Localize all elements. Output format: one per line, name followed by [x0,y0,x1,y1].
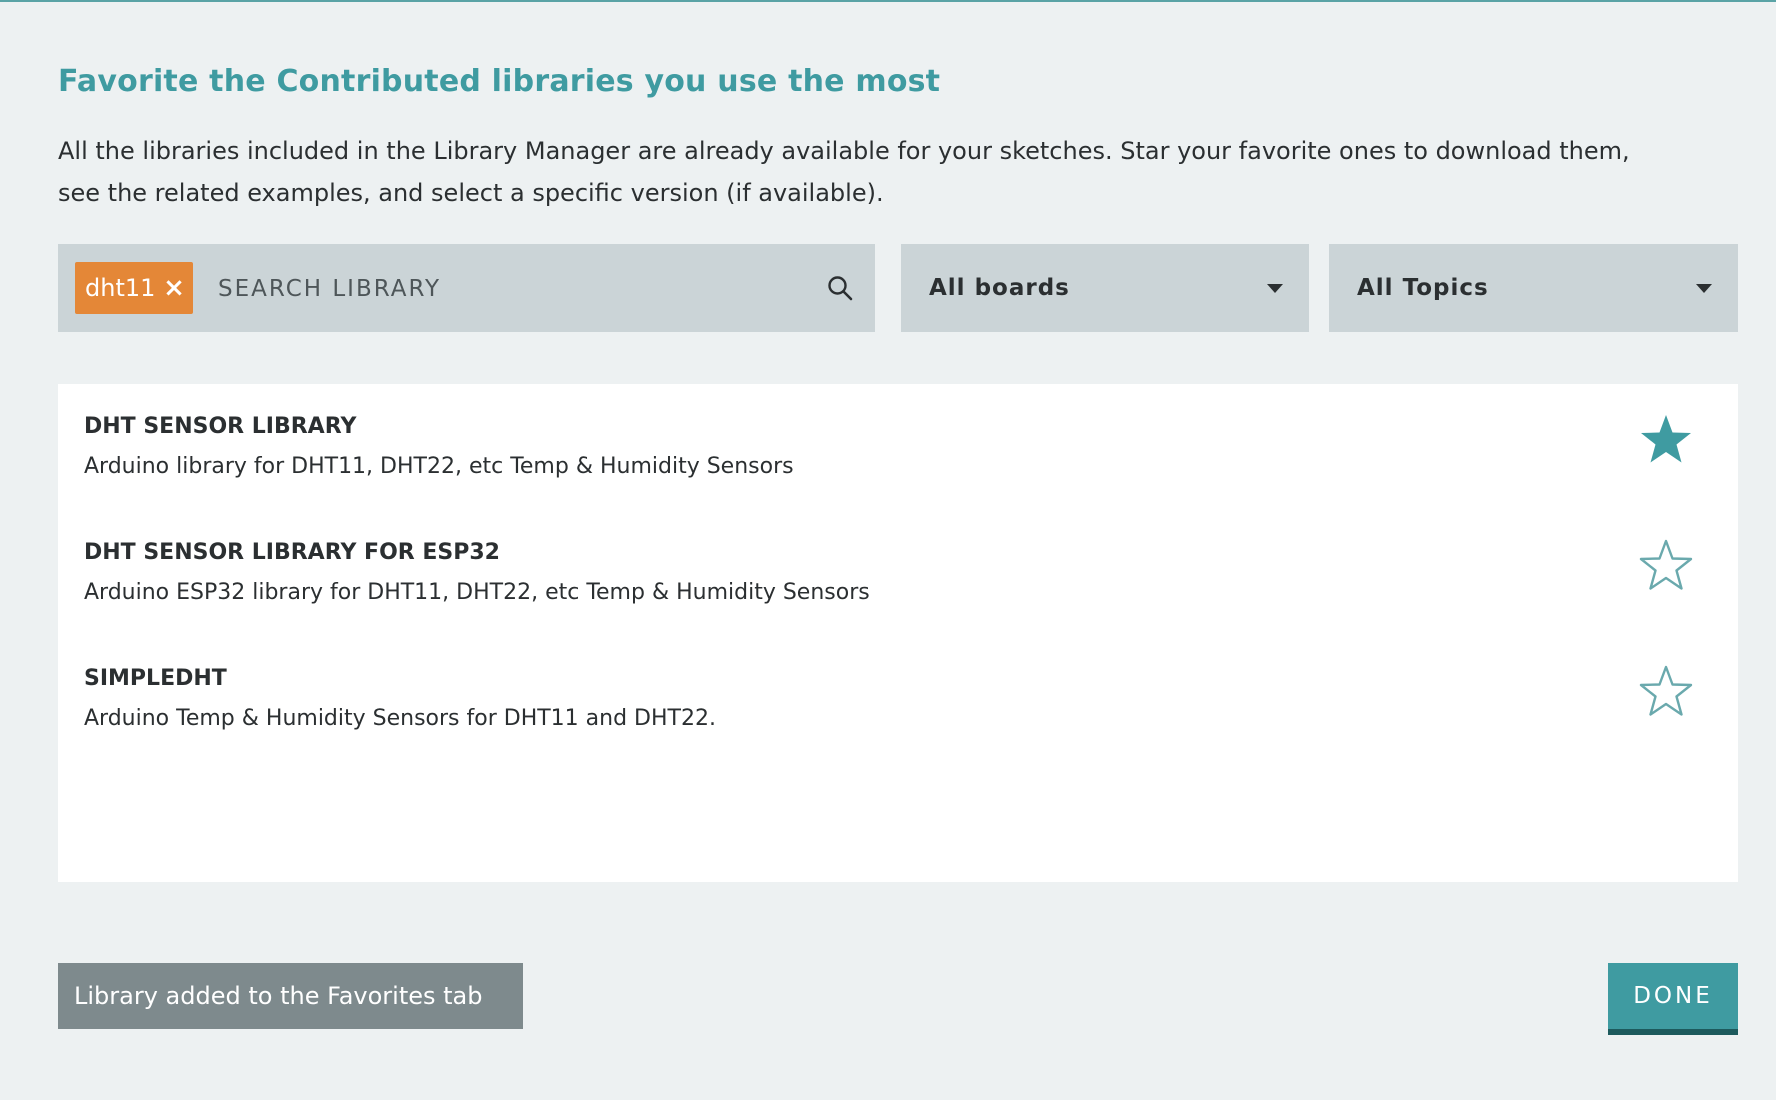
favorite-libraries-dialog: Favorite the Contributed libraries you u… [58,0,1738,1100]
star-outline-icon[interactable] [1638,664,1694,720]
search-icon[interactable] [826,274,854,302]
search-filter-chip: dht11 × [75,262,193,314]
star-outline-icon[interactable] [1638,538,1694,594]
search-box: dht11 × [58,244,875,332]
library-title: DHT SENSOR LIBRARY [84,414,357,439]
notification-toast: Library added to the Favorites tab [58,963,523,1029]
topics-dropdown[interactable]: All Topics [1329,244,1738,332]
chip-label: dht11 [85,274,156,302]
library-description: Arduino Temp & Humidity Sensors for DHT1… [84,706,716,731]
library-item: SIMPLEDHT Arduino Temp & Humidity Sensor… [58,636,1738,762]
dialog-description: All the libraries included in the Librar… [58,130,1738,214]
done-button[interactable]: DONE [1608,963,1738,1035]
chevron-down-icon [1267,284,1283,293]
library-description: Arduino library for DHT11, DHT22, etc Te… [84,454,794,479]
description-line-1: All the libraries included in the Librar… [58,137,1630,165]
library-description: Arduino ESP32 library for DHT11, DHT22, … [84,580,870,605]
library-results-list: DHT SENSOR LIBRARY Arduino library for D… [58,384,1738,882]
dialog-title: Favorite the Contributed libraries you u… [58,64,941,99]
filter-bar: dht11 × All boards All Topics [58,244,1738,332]
library-title: SIMPLEDHT [84,666,227,691]
search-input[interactable] [216,260,860,318]
boards-dropdown-value: All boards [929,275,1070,301]
topics-dropdown-value: All Topics [1357,275,1489,301]
chevron-down-icon [1696,284,1712,293]
library-item: DHT SENSOR LIBRARY Arduino library for D… [58,384,1738,510]
star-filled-icon[interactable] [1638,412,1694,468]
description-line-2: see the related examples, and select a s… [58,179,884,207]
close-icon[interactable]: × [163,262,185,314]
boards-dropdown[interactable]: All boards [901,244,1309,332]
library-title: DHT SENSOR LIBRARY FOR ESP32 [84,540,500,565]
library-item: DHT SENSOR LIBRARY FOR ESP32 Arduino ESP… [58,510,1738,636]
